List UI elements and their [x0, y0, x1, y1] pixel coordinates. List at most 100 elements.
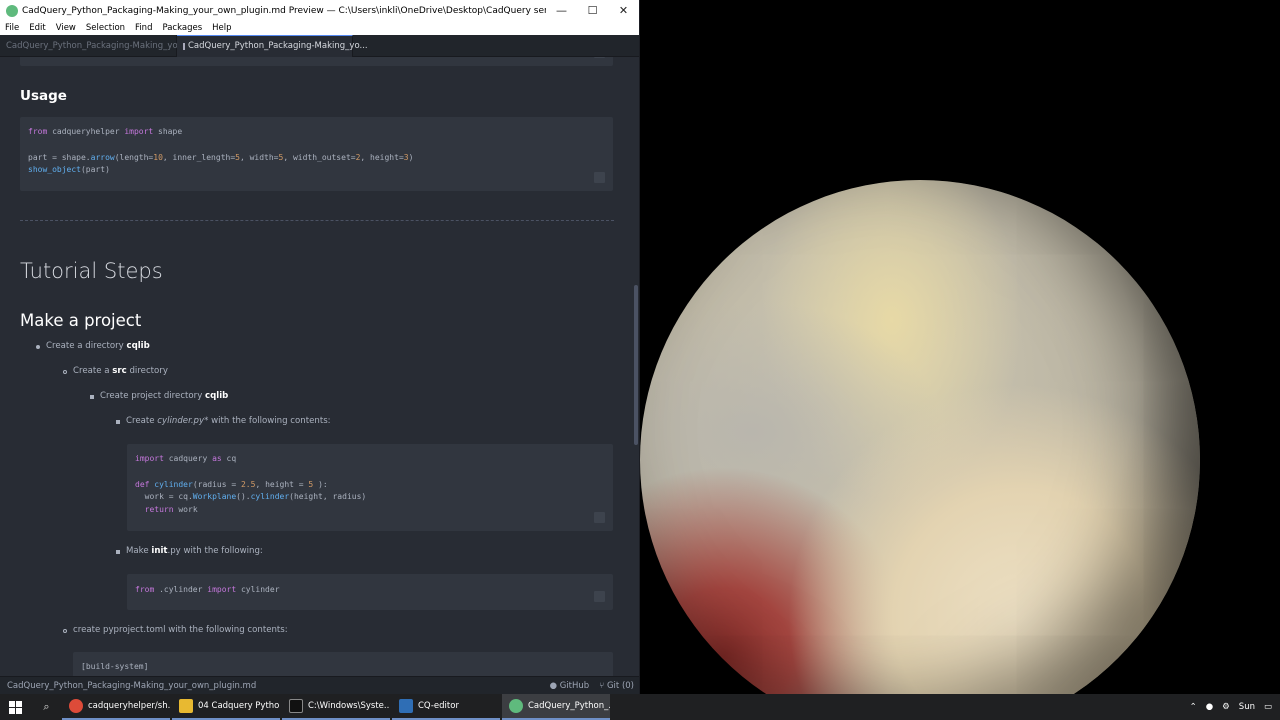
- menu-help[interactable]: Help: [207, 23, 236, 33]
- preview-icon: [183, 42, 185, 50]
- code-token: cylinder: [154, 479, 193, 489]
- minimize-button[interactable]: —: [546, 0, 577, 21]
- scrollbar-thumb[interactable]: [634, 285, 638, 445]
- copy-icon[interactable]: [594, 512, 605, 523]
- taskbar: ⌕ cadqueryhelper/sh... 04 Cadquery Pytho…: [0, 694, 1280, 720]
- code-token: 2.5: [240, 479, 256, 489]
- menu-file[interactable]: File: [0, 23, 24, 33]
- code-token: return: [144, 505, 174, 515]
- git-button[interactable]: ⑂ Git (0): [599, 681, 634, 691]
- list-item: create pyproject.toml with the following…: [73, 625, 288, 635]
- git-branch-icon: ⑂: [599, 680, 607, 691]
- usage-heading: Usage: [20, 88, 67, 104]
- cq-icon: [399, 699, 413, 713]
- menu-edit[interactable]: Edit: [24, 23, 50, 33]
- status-file-path[interactable]: CadQuery_Python_Packaging-Making_your_ow…: [7, 681, 256, 691]
- code-token: .cylinder: [154, 585, 208, 594]
- code-token: , height =: [255, 479, 309, 489]
- code-token: work: [173, 505, 198, 515]
- system-tray: ⌃ ● ⚙ Sun ▭: [1190, 702, 1280, 712]
- code-token: , width=: [239, 152, 279, 162]
- code-token: , height=: [360, 152, 404, 162]
- tab-markdown-source[interactable]: CadQuery_Python_Packaging-Making_your_..…: [0, 34, 199, 57]
- list-item: Create cylinder.py* with the following c…: [126, 416, 331, 426]
- close-button[interactable]: ✕: [608, 0, 639, 21]
- code-token: cq: [221, 454, 237, 463]
- code-line: return work: [135, 504, 613, 517]
- menu-selection[interactable]: Selection: [81, 23, 130, 33]
- window-title: CadQuery_Python_Packaging-Making_your_ow…: [22, 5, 546, 16]
- code-line: import cadquery as cq: [135, 453, 613, 466]
- item-italic: cylinder.py*: [157, 416, 209, 426]
- menu-view[interactable]: View: [51, 23, 81, 33]
- taskbar-item-chrome[interactable]: cadqueryhelper/sh...: [62, 694, 170, 720]
- item-text: Create project directory: [100, 391, 206, 401]
- item-bold: cqlib: [205, 391, 229, 401]
- taskbar-item-cmd[interactable]: C:\Windows\Syste...: [282, 694, 390, 720]
- bullet-icon: [116, 550, 120, 554]
- code-token: def: [135, 479, 150, 489]
- code-token: import: [135, 454, 164, 463]
- code-token: , inner_length=: [162, 152, 236, 162]
- chrome-icon: [69, 699, 83, 713]
- code-block-previous: [20, 57, 613, 66]
- taskbar-item-cq-editor[interactable]: CQ-editor: [392, 694, 500, 720]
- code-token: ):: [313, 479, 328, 489]
- code-token: (part): [80, 165, 110, 175]
- code-token: ): [408, 152, 414, 162]
- taskbar-item-atom[interactable]: CadQuery_Python_...: [502, 694, 610, 720]
- item-text: Create: [126, 416, 158, 426]
- windows-start-button[interactable]: [0, 694, 31, 720]
- markdown-preview[interactable]: Usage from cadqueryhelper import shape p…: [0, 57, 636, 676]
- tab-label: CadQuery_Python_Packaging-Making_yo...: [188, 41, 368, 51]
- tab-bar: CadQuery_Python_Packaging-Making_your_..…: [0, 34, 639, 57]
- horizontal-rule: [20, 220, 614, 221]
- github-icon: ●: [549, 680, 560, 691]
- taskbar-item-label: CQ-editor: [418, 701, 459, 711]
- list-item: Create project directory cqlib: [100, 391, 228, 401]
- bullet-icon: [63, 629, 67, 633]
- taskbar-item-label: C:\Windows\Syste...: [308, 701, 390, 711]
- search-button[interactable]: ⌕: [31, 694, 62, 720]
- code-token: shape: [153, 127, 183, 136]
- usage-code-block: from cadqueryhelper import shape part = …: [20, 117, 613, 191]
- list-item: Create a directory cqlib: [46, 341, 150, 351]
- code-token: 10: [153, 152, 163, 162]
- bullet-icon: [63, 370, 67, 374]
- taskbar-item-explorer[interactable]: 04 Cadquery Pytho...: [172, 694, 280, 720]
- code-token: work = cq.: [135, 492, 193, 502]
- code-token: from: [135, 585, 155, 594]
- code-token: cadqueryhelper: [47, 127, 125, 136]
- item-bold: src: [112, 366, 127, 376]
- code-line: from .cylinder import cylinder: [135, 584, 613, 597]
- code-line: part = shape.arrow(length=10, inner_leng…: [28, 152, 613, 165]
- init-code-block: from .cylinder import cylinder: [127, 574, 613, 610]
- code-token: cylinder: [250, 492, 290, 502]
- planet-image: [640, 180, 1200, 694]
- microphone-icon[interactable]: ●: [1206, 702, 1213, 712]
- copy-icon[interactable]: [594, 591, 605, 602]
- settings-icon[interactable]: ⚙: [1222, 702, 1230, 712]
- github-button[interactable]: ● GitHub: [550, 681, 590, 691]
- tab-markdown-preview[interactable]: CadQuery_Python_Packaging-Making_yo...: [177, 34, 368, 57]
- copy-icon[interactable]: [594, 57, 605, 58]
- menu-find[interactable]: Find: [130, 23, 157, 33]
- menu-packages[interactable]: Packages: [157, 23, 207, 33]
- code-token: import: [207, 585, 237, 594]
- code-token: , width_outset=: [283, 152, 356, 162]
- notification-icon[interactable]: ▭: [1264, 702, 1272, 712]
- tray-day[interactable]: Sun: [1239, 702, 1255, 712]
- atom-icon: [6, 4, 18, 17]
- code-line: work = cq.Workplane().cylinder(height, r…: [135, 491, 613, 504]
- item-text: directory: [126, 366, 168, 376]
- status-bar: CadQuery_Python_Packaging-Making_your_ow…: [0, 676, 639, 694]
- maximize-button[interactable]: ☐: [577, 0, 608, 21]
- toml-code-block: [build-system]: [73, 652, 613, 676]
- code-token: from: [28, 127, 48, 136]
- code-token: import: [124, 127, 154, 136]
- chevron-up-icon[interactable]: ⌃: [1190, 702, 1197, 712]
- copy-icon[interactable]: [594, 172, 605, 183]
- code-token: cylinder: [236, 585, 280, 594]
